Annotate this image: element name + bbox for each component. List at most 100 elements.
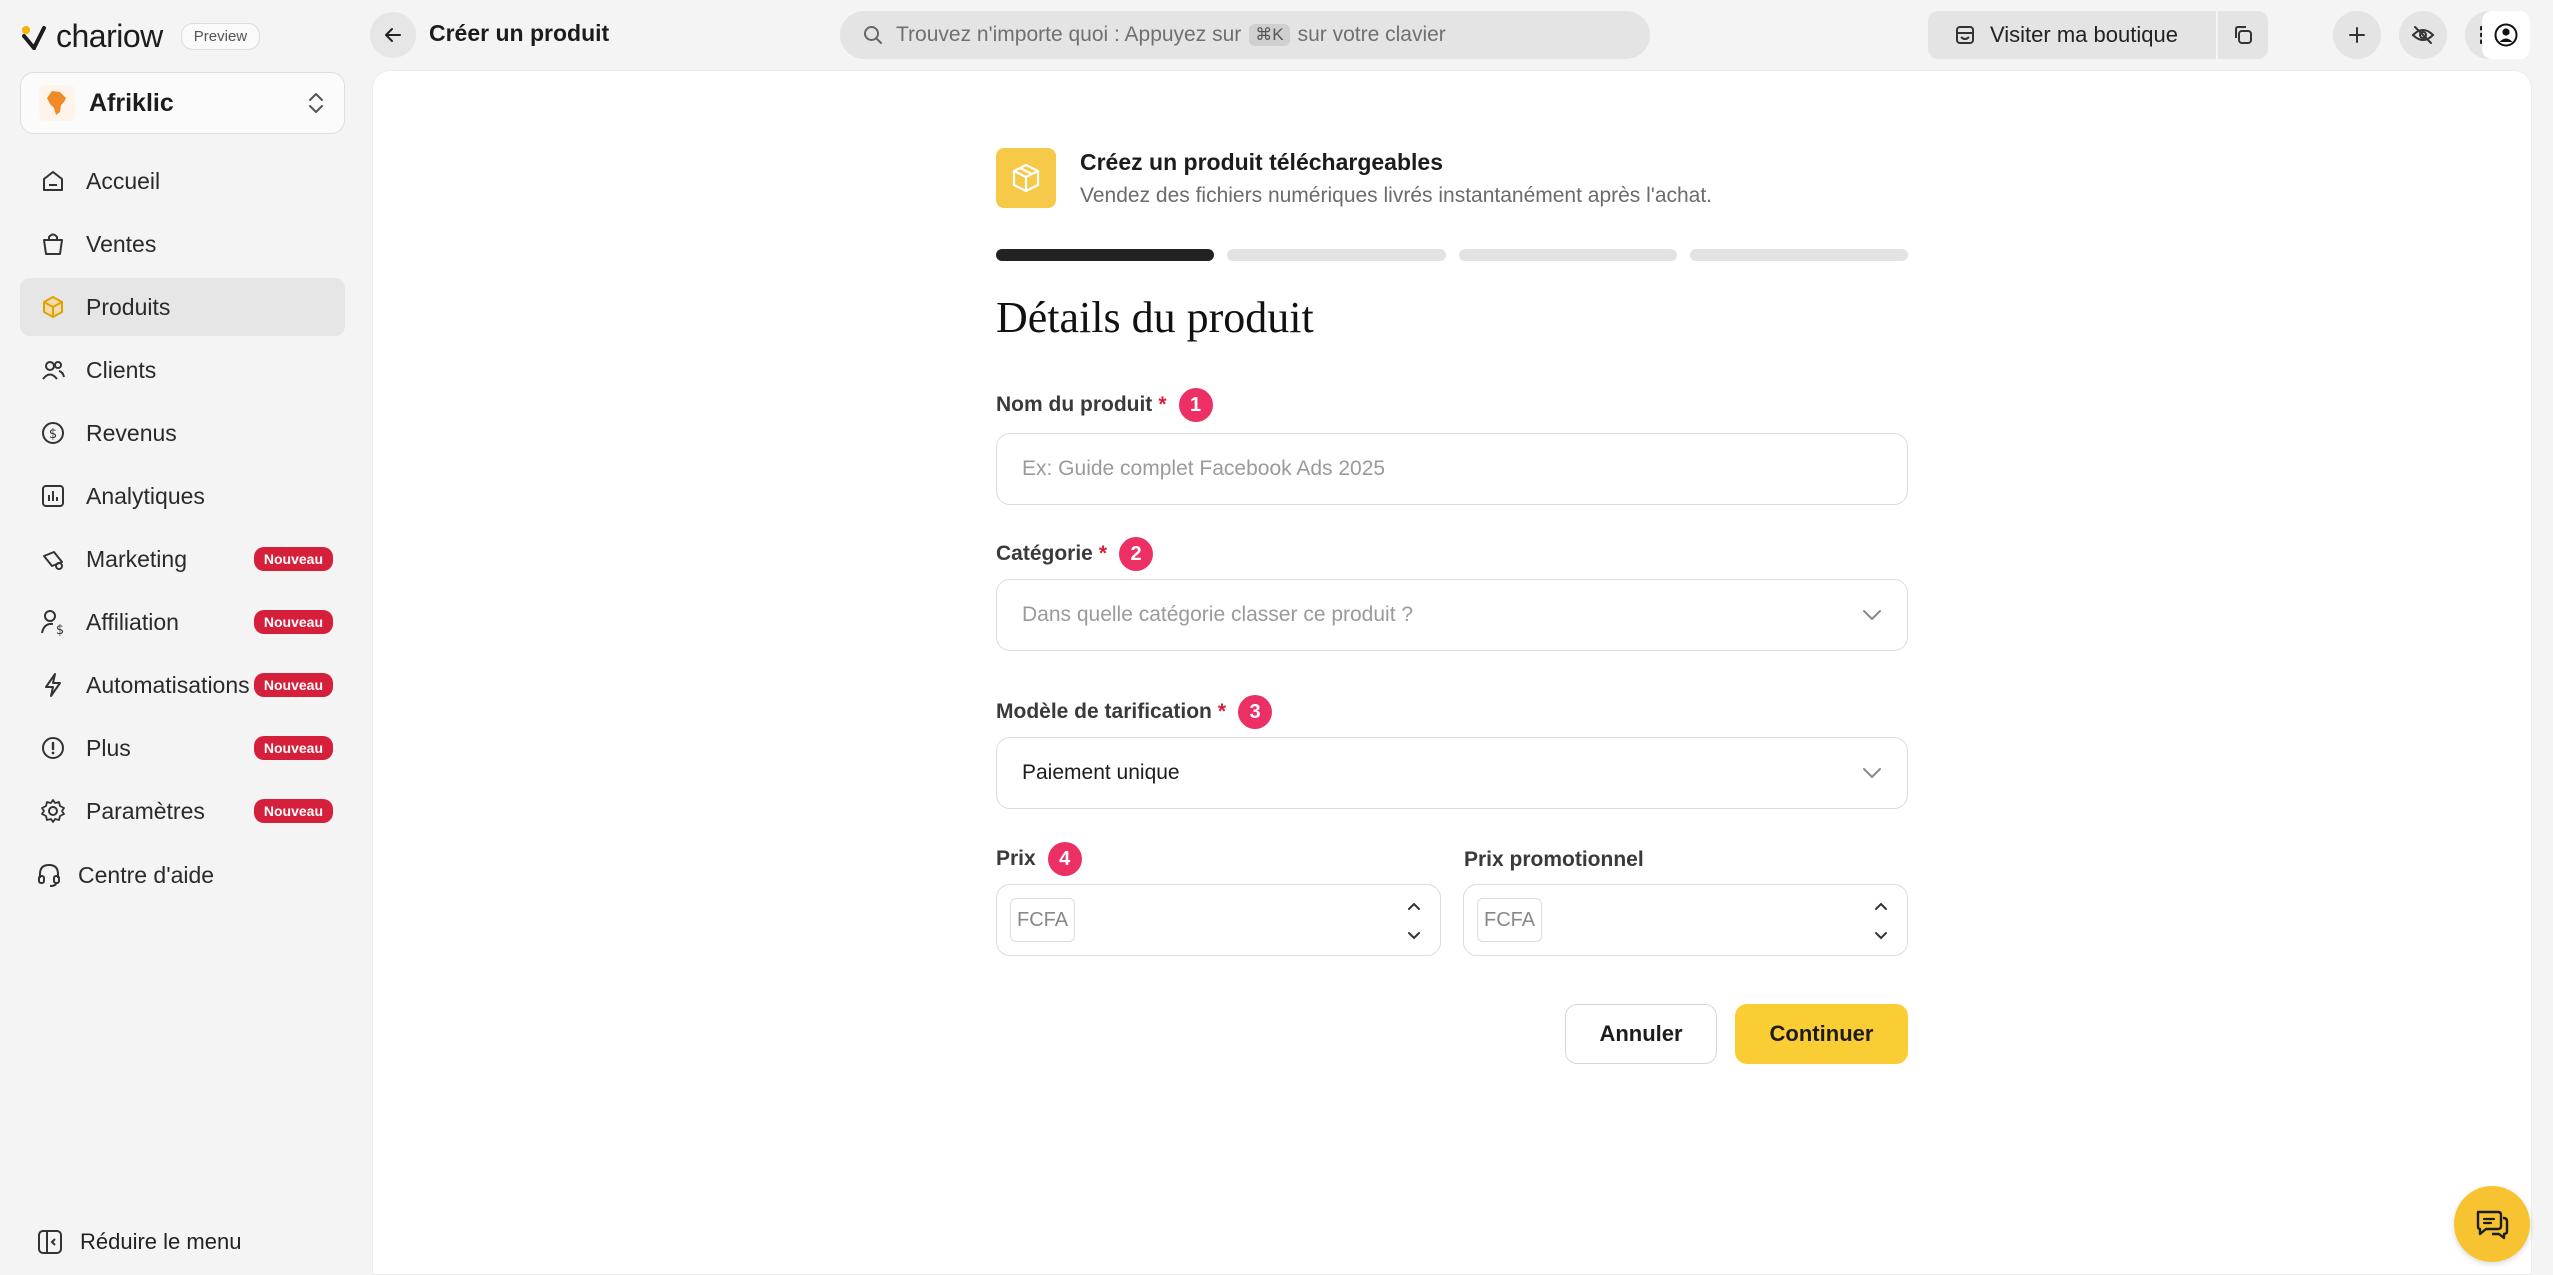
product-type-subtitle: Vendez des fichiers numériques livrés in… — [1080, 183, 1713, 207]
sidebar-item-help[interactable]: Centre d'aide — [20, 846, 345, 904]
currency-prefix: FCFA — [1477, 898, 1543, 942]
sidebar-item-label: Automatisations — [86, 671, 250, 698]
sidebar-item-ventes[interactable]: Ventes — [20, 215, 345, 273]
pricing-model-label-text: Modèle de tarification — [996, 700, 1212, 723]
account-button[interactable] — [2482, 11, 2530, 59]
step-marker-1: 1 — [1178, 388, 1213, 422]
sidebar-item-revenus[interactable]: $ Revenus — [20, 404, 345, 462]
user-dollar-icon: $ — [38, 607, 68, 637]
promo-price-label-text: Prix promotionnel — [1464, 848, 1644, 871]
pricing-model-value: Paiement unique — [1022, 761, 1180, 784]
copy-icon — [2235, 26, 2252, 44]
section-title: Détails du produit — [996, 293, 1314, 342]
number-spinner-icon[interactable] — [1406, 899, 1422, 943]
users-icon — [38, 355, 68, 385]
store-icon — [1956, 26, 1974, 44]
chevron-down-icon — [1863, 610, 1881, 621]
progress-step-3 — [1458, 249, 1677, 261]
promo-price-label: Prix promotionnel — [1464, 848, 1644, 872]
keyboard-shortcut: ⌘K — [1249, 24, 1290, 46]
sidebar-item-label: Paramètres — [86, 797, 205, 824]
top-bar: Créer un produit Trouvez n'importe quoi … — [370, 0, 2553, 70]
back-button[interactable] — [370, 12, 416, 58]
product-type-header: Créez un produit téléchargeables Vendez … — [996, 148, 1712, 208]
gear-icon — [38, 796, 68, 826]
required-mark: * — [1098, 542, 1108, 565]
collapse-menu-label: Réduire le menu — [80, 1229, 242, 1254]
progress-step-1 — [996, 249, 1215, 261]
page-title: Créer un produit — [429, 20, 610, 46]
sidebar-item-automatisations[interactable]: Automatisations Nouveau — [20, 656, 345, 714]
visit-store-label: Visiter ma boutique — [1990, 22, 2178, 47]
visibility-toggle-button[interactable] — [2399, 11, 2447, 59]
sidebar-item-clients[interactable]: Clients — [20, 341, 345, 399]
sidebar: chariow Preview Afriklic Accueil Ventes … — [0, 0, 370, 1275]
category-label: Catégorie * 2 — [996, 537, 1154, 571]
progress-step-2 — [1227, 249, 1446, 261]
sidebar-item-analytiques[interactable]: Analytiques — [20, 467, 345, 525]
sidebar-item-label: Accueil — [86, 167, 161, 194]
brand-logo[interactable]: chariow Preview — [20, 16, 261, 56]
product-name-input[interactable]: Ex: Guide complet Facebook Ads 2025 — [996, 433, 1908, 505]
currency-prefix: FCFA — [1010, 898, 1076, 942]
pricing-model-label: Modèle de tarification * 3 — [996, 695, 1273, 729]
megaphone-icon — [38, 544, 68, 574]
category-placeholder: Dans quelle catégorie classer ce produit… — [1022, 603, 1414, 626]
new-badge: Nouveau — [253, 610, 333, 634]
package-icon — [996, 148, 1056, 208]
svg-text:$: $ — [56, 623, 64, 636]
category-label-text: Catégorie — [996, 542, 1093, 565]
copy-link-button[interactable] — [2218, 11, 2268, 59]
chariow-logo-icon — [22, 26, 46, 50]
search-input[interactable]: Trouvez n'importe quoi : Appuyez sur ⌘K … — [840, 11, 1650, 59]
sidebar-item-parametres[interactable]: Paramètres Nouveau — [20, 782, 345, 840]
search-placeholder-suffix: sur votre clavier — [1297, 23, 1446, 46]
new-badge: Nouveau — [253, 547, 333, 571]
info-circle-icon — [38, 733, 68, 763]
svg-text:$: $ — [49, 427, 57, 442]
sidebar-item-marketing[interactable]: Marketing Nouveau — [20, 530, 345, 588]
chat-bubbles-icon — [2476, 1210, 2509, 1240]
sidebar-item-plus[interactable]: Plus Nouveau — [20, 719, 345, 777]
price-label: Prix 4 — [996, 842, 1082, 876]
organization-switcher[interactable]: Afriklic — [20, 72, 345, 134]
logo-text: chariow — [56, 17, 163, 54]
preview-badge: Preview — [180, 22, 261, 50]
collapse-menu-button[interactable]: Réduire le menu — [36, 1228, 241, 1256]
step-progress — [996, 249, 1908, 261]
continue-button[interactable]: Continuer — [1735, 1004, 1908, 1064]
sidebar-item-label: Clients — [86, 356, 157, 383]
shopping-bag-icon — [38, 229, 68, 259]
visit-store-button[interactable]: Visiter ma boutique — [1928, 11, 2216, 59]
new-badge: Nouveau — [253, 799, 333, 823]
search-icon — [864, 26, 882, 44]
sidebar-item-label: Marketing — [86, 545, 187, 572]
step-marker-3: 3 — [1238, 695, 1273, 729]
new-badge: Nouveau — [253, 673, 333, 697]
product-name-label-text: Nom du produit — [996, 393, 1153, 416]
dollar-circle-icon: $ — [38, 418, 68, 448]
sidebar-item-affiliation[interactable]: $ Affiliation Nouveau — [20, 593, 345, 651]
sidebar-item-label: Plus — [86, 734, 131, 761]
support-chat-button[interactable] — [2454, 1186, 2530, 1262]
sidebar-item-label: Centre d'aide — [78, 861, 215, 888]
sidebar-item-accueil[interactable]: Accueil — [20, 152, 345, 210]
category-select[interactable]: Dans quelle catégorie classer ce produit… — [996, 579, 1908, 651]
promo-price-input[interactable]: FCFA — [1463, 884, 1908, 956]
cancel-button[interactable]: Annuler — [1565, 1004, 1717, 1064]
sidebar-collapse-icon — [38, 1230, 62, 1254]
add-button[interactable] — [2333, 11, 2381, 59]
sidebar-item-label: Revenus — [86, 419, 177, 446]
sidebar-item-produits[interactable]: Produits — [20, 278, 345, 336]
step-marker-2: 2 — [1119, 537, 1154, 571]
price-input[interactable]: FCFA — [996, 884, 1441, 956]
sidebar-item-label: Analytiques — [86, 482, 205, 509]
search-placeholder-prefix: Trouvez n'importe quoi : Appuyez sur — [896, 23, 1242, 46]
org-logo — [39, 85, 75, 121]
product-name-placeholder: Ex: Guide complet Facebook Ads 2025 — [1022, 457, 1386, 480]
pricing-model-select[interactable]: Paiement unique — [996, 737, 1908, 809]
number-spinner-icon[interactable] — [1873, 899, 1889, 943]
sidebar-item-label: Ventes — [86, 230, 157, 257]
org-name: Afriklic — [89, 88, 174, 117]
sidebar-item-label: Affiliation — [86, 608, 179, 635]
